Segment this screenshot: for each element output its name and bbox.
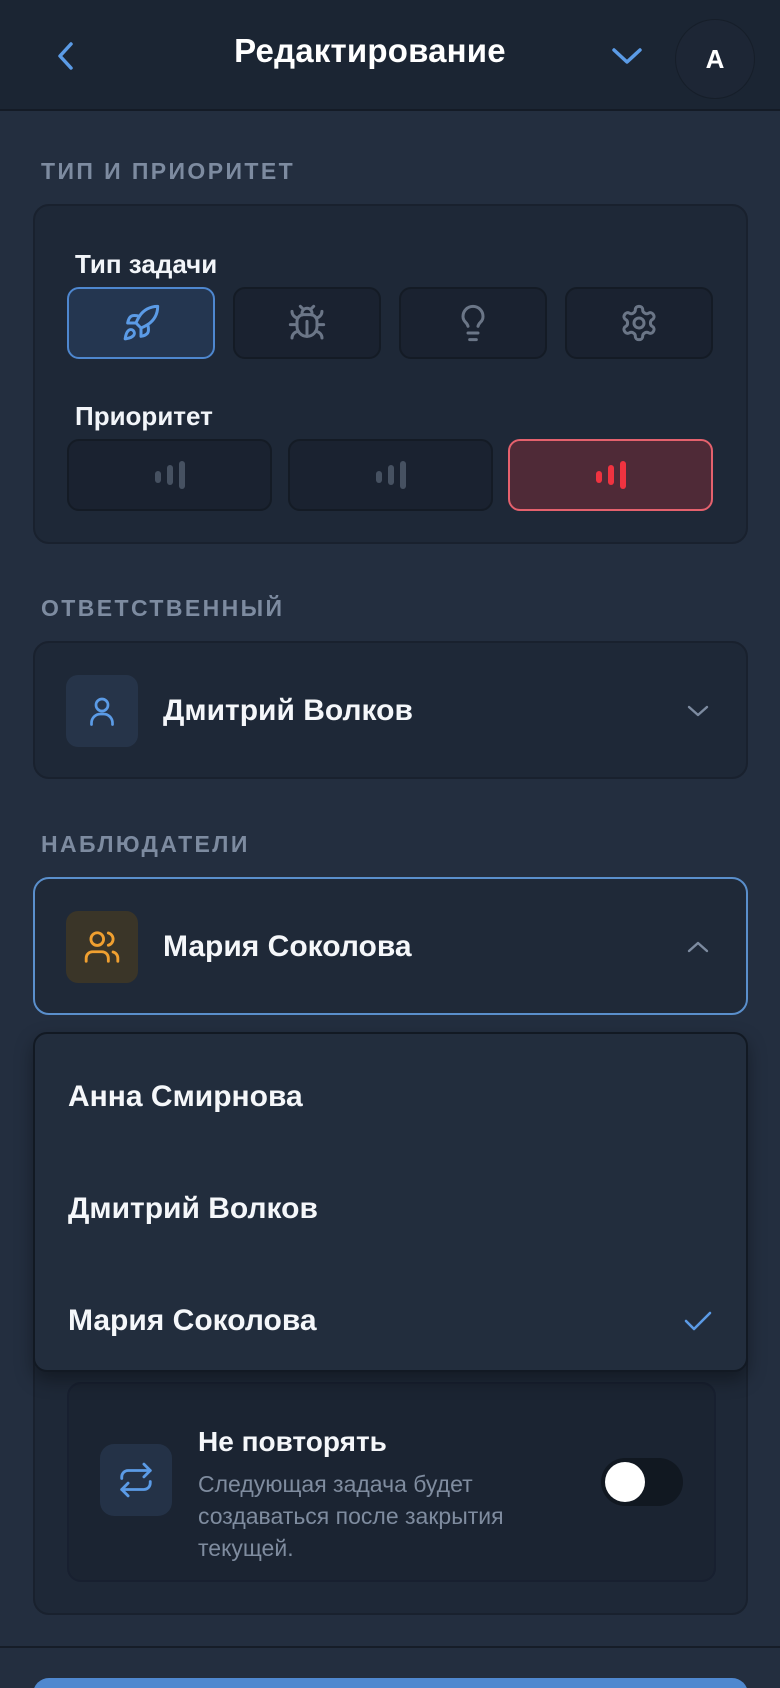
chevron-left-icon [58, 42, 73, 70]
dropdown-option-label: Мария Соколова [68, 1304, 317, 1337]
priority-option-low[interactable] [67, 439, 272, 511]
assignee-value: Дмитрий Волков [163, 694, 413, 727]
repeat-icon [120, 1462, 152, 1498]
priority-option-medium[interactable] [288, 439, 493, 511]
dropdown-option-label: Анна Смирнова [68, 1080, 303, 1113]
assignee-select[interactable]: Дмитрий Волков [33, 641, 748, 779]
top-bar: Редактирование A [0, 0, 780, 111]
dropdown-option-label: Дмитрий Волков [68, 1192, 318, 1225]
check-icon [684, 1311, 712, 1331]
dropdown-option-selected[interactable]: Мария Соколова [35, 1266, 746, 1376]
type-option-settings[interactable] [565, 287, 713, 359]
priority-bars-icon [375, 461, 406, 489]
gear-icon [622, 304, 656, 342]
repeat-title: Не повторять [198, 1426, 387, 1457]
repeat-toggle[interactable] [601, 1458, 683, 1506]
dropdown-option[interactable]: Анна Смирнова [35, 1042, 746, 1152]
assignee-icon-wrap [66, 675, 138, 747]
watchers-dropdown: Анна Смирнова Дмитрий Волков Мария Сокол… [33, 1032, 748, 1372]
check-icon-wrap [680, 1303, 716, 1339]
watchers-chevron [680, 929, 716, 965]
section-label-assignee: ОТВЕТСТВЕННЫЙ [41, 595, 285, 621]
type-option-feature[interactable] [67, 287, 215, 359]
footer-divider [0, 1646, 780, 1648]
avatar[interactable]: A [676, 20, 754, 98]
dropdown-option[interactable]: Дмитрий Волков [35, 1154, 746, 1264]
repeat-description: Следующая задача будет создаваться после… [198, 1471, 504, 1561]
chevron-down-icon [612, 48, 642, 64]
priority-bars-icon [154, 461, 185, 489]
section-label-type-priority: ТИП И ПРИОРИТЕТ [41, 158, 296, 184]
user-icon [90, 697, 114, 726]
chevron-down-icon [687, 705, 709, 717]
back-button[interactable] [44, 34, 88, 78]
bug-icon [288, 304, 326, 340]
assignee-chevron [680, 693, 716, 729]
watchers-icon-wrap [66, 911, 138, 983]
toggle-knob [605, 1462, 645, 1502]
lightbulb-icon [461, 304, 485, 342]
watchers-select[interactable]: Мария Соколова [33, 877, 748, 1015]
repeat-icon-wrap [100, 1444, 172, 1516]
priority-label: Приоритет [75, 401, 213, 431]
watchers-value: Мария Соколова [163, 930, 412, 963]
priority-option-high[interactable] [508, 439, 713, 511]
type-option-idea[interactable] [399, 287, 547, 359]
priority-bars-icon [595, 461, 626, 489]
collapse-button[interactable] [605, 34, 649, 78]
chevron-up-icon [687, 941, 709, 953]
users-icon [84, 931, 120, 963]
save-button[interactable] [33, 1678, 748, 1688]
repeat-option[interactable]: Не повторять Следующая задача будет созд… [67, 1382, 716, 1582]
section-label-watchers: НАБЛЮДАТЕЛИ [41, 831, 250, 857]
type-option-bug[interactable] [233, 287, 381, 359]
page-title: Редактирование [234, 32, 506, 69]
task-type-label: Тип задачи [75, 249, 218, 279]
rocket-icon [123, 304, 160, 341]
